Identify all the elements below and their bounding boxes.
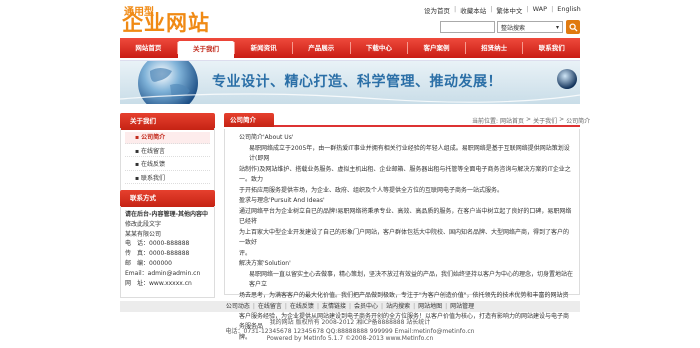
- footer-link-search[interactable]: 站内搜索: [386, 301, 410, 312]
- divider: |: [381, 303, 384, 310]
- footer-copyright: 我的网站 版权所有 2008-2012 湘ICP备8888888 站长统计: [269, 319, 431, 326]
- divider: |: [284, 303, 287, 310]
- search-icon: [568, 22, 578, 32]
- sidebar-item-label: 在线留言: [140, 147, 165, 155]
- nav-news[interactable]: 新闻资讯: [235, 38, 292, 58]
- breadcrumb-current: 公司简介: [566, 118, 591, 125]
- divider: |: [316, 303, 319, 310]
- sidebar-item-online-message[interactable]: ▪ 在线留言: [125, 146, 210, 157]
- contact-line: 传 真：0000-888888: [125, 250, 190, 258]
- paragraph-line: 站制作)及网站维护、搭载业务服务、虚拟主机出租、企业邮箱、服务器出租与托管等全面…: [239, 165, 571, 184]
- contact-line: Email：admin@admin.cn: [125, 269, 201, 277]
- divider: |: [413, 303, 416, 310]
- sidebar-item-contact-us[interactable]: ▪ 联系我们: [125, 173, 210, 184]
- divider: |: [252, 303, 255, 310]
- divider: |: [551, 5, 554, 13]
- sidebar-menu: ▪ 公司简介 ▪ 在线留言 ▪ 在线反馈 ▪ 联系我们: [120, 128, 215, 191]
- nav-home[interactable]: 网站首页: [120, 38, 177, 58]
- set-homepage-link[interactable]: 设为首页: [424, 5, 450, 15]
- contact-line: 请在后台-内容管理-其他内容中: [125, 211, 208, 218]
- search-input[interactable]: [440, 21, 495, 33]
- divider: |: [348, 303, 352, 310]
- footer-powered-by: Powered by MetInfo 5.1.7 ©2008-2013 www.…: [266, 335, 434, 342]
- divider: |: [490, 5, 493, 13]
- english-link[interactable]: English: [557, 5, 580, 15]
- search-scope-value: 整站搜索: [501, 24, 526, 32]
- footer-nav: 公司动态 | 在线留言 | 在线反馈 | 友情链接 | 会员中心 | 站内搜索 | 网站地图…: [120, 301, 580, 312]
- divider: |: [454, 5, 457, 13]
- paragraph-line: 通过网络平台为企业树立自已的品牌!易职网络将秉承专业、高效、高品质的服务，在客户…: [239, 207, 572, 226]
- search-scope-select[interactable]: 整站搜索 ▾: [497, 21, 563, 33]
- breadcrumb-separator: >: [526, 116, 532, 123]
- main-title: 公司简介: [224, 113, 274, 127]
- paragraph-line: 评。: [239, 249, 252, 257]
- paragraph-line: 易职网络一直以留实主心去做事，精心策划，坚决不放过有效益的产品，我们始终坚持以客…: [249, 270, 574, 289]
- article-content: 公司简介'About Us' 易职网络成立于2005年，由一群热爱IT事业并拥有…: [224, 129, 580, 341]
- banner-slogan: 专业设计、精心打造、科学管理、推动发展！: [212, 74, 502, 90]
- sidebar-item-company-profile[interactable]: ▪ 公司简介: [125, 132, 210, 144]
- nav-contact[interactable]: 联系我们: [523, 38, 580, 58]
- footer-contact: 电话：0731-12345678 12345678 QQ:88888888 99…: [225, 328, 475, 335]
- banner: 专业设计、精心打造、科学管理、推动发展！: [120, 60, 580, 104]
- footer-link-admin[interactable]: 网站管理: [450, 301, 474, 312]
- search-button[interactable]: [566, 20, 580, 34]
- paragraph-line: 为上百家大中型企业开发建设了自己的形象门户网站，客户群体包括大中院校、国内知名品…: [239, 228, 570, 247]
- nav-about[interactable]: 关于我们: [177, 41, 235, 58]
- sidebar-item-online-feedback[interactable]: ▪ 在线反馈: [125, 159, 210, 171]
- section-heading: 解决方案'Solution': [239, 260, 291, 267]
- site-logo[interactable]: 企业网站: [122, 12, 210, 34]
- nav-products[interactable]: 产品展示: [293, 38, 350, 58]
- section-heading: 公司简介'About Us': [239, 134, 294, 141]
- breadcrumb-label: 当前位置:: [472, 118, 499, 125]
- nav-downloads[interactable]: 下载中心: [351, 38, 408, 58]
- main-nav: 网站首页 关于我们 新闻资讯 产品展示 下载中心 客户案例 招贤纳士 联系我们: [120, 38, 580, 58]
- divider: |: [526, 5, 529, 13]
- sidebar-item-label: 在线反馈: [140, 161, 165, 168]
- divider: |: [445, 303, 448, 310]
- contact-line: 某某有限公司: [125, 230, 162, 238]
- contact-line: 电 话：0000-888888: [125, 240, 190, 248]
- breadcrumb-about[interactable]: 关于我们: [533, 116, 557, 125]
- bookmark-link[interactable]: 收藏本站: [460, 5, 486, 15]
- wap-link[interactable]: WAP: [533, 5, 547, 15]
- nav-cases[interactable]: 客户案例: [408, 38, 465, 58]
- nav-jobs[interactable]: 招贤纳士: [466, 38, 523, 58]
- contact-line: 邮 编：000000: [125, 259, 172, 267]
- contact-line: 网 址：www.xxxxx.cn: [125, 279, 192, 287]
- traditional-chinese-link[interactable]: 繁体中文: [496, 5, 522, 15]
- footer-link-message[interactable]: 在线留言: [258, 301, 282, 312]
- footer-link-friendlinks[interactable]: 友情链接: [322, 301, 346, 312]
- breadcrumb-separator: >: [559, 116, 565, 123]
- footer-link-sitemap[interactable]: 网站地图: [418, 301, 442, 312]
- section-heading: 盈求与理念'Pursuit And Ideas': [239, 197, 325, 204]
- contact-line: 修改此段文字: [125, 220, 162, 228]
- footer-link-feedback[interactable]: 在线反馈: [290, 301, 314, 312]
- footer-link-member[interactable]: 会员中心: [354, 301, 378, 312]
- sidebar-contact-title: 联系方式: [120, 190, 215, 207]
- footer-link-news[interactable]: 公司动态: [226, 301, 250, 312]
- sidebar-item-label: 公司简介: [141, 134, 166, 141]
- sidebar-item-label: 联系我们: [140, 174, 165, 182]
- breadcrumb-home[interactable]: 网站首页: [500, 116, 524, 125]
- breadcrumb: 当前位置: 网站首页 > 关于我们 > 公司简介: [472, 116, 590, 125]
- contact-box: 请在后台-内容管理-其他内容中 修改此段文字 某某有限公司 电 话：0000-8…: [120, 206, 215, 298]
- chevron-down-icon: ▾: [555, 23, 559, 31]
- top-links: 设为首页 | 收藏本站 | 繁体中文 | WAP | English: [424, 5, 581, 15]
- paragraph-line: 于开拓应用服务提供市场，为企业、政府、组织及个人等提供全方位的互联网电子商务一站…: [239, 186, 504, 194]
- paragraph-line: 易职网络成立于2005年，由一群热爱IT事业并拥有相关行业经验的年轻人组成。易职…: [249, 144, 570, 163]
